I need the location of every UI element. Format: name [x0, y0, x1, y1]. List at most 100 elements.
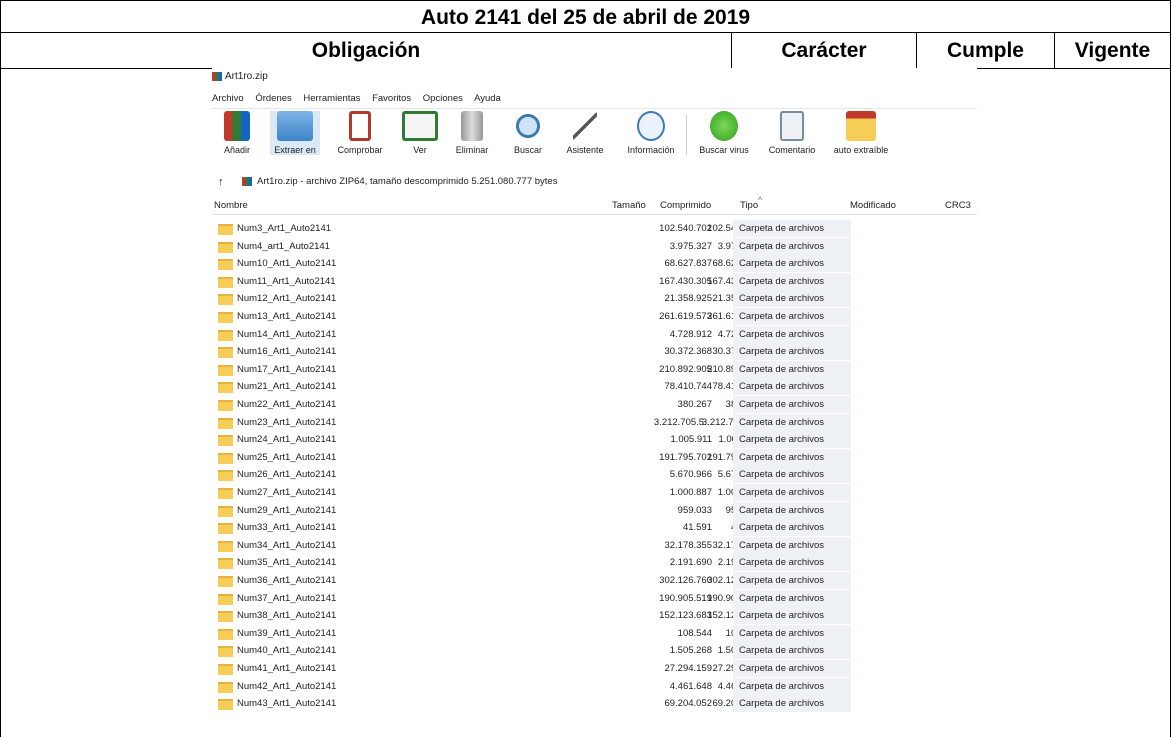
- file-name: Num35_Art1_Auto2141: [237, 557, 337, 569]
- sfx-button[interactable]: auto extraíble: [830, 111, 892, 155]
- add-icon: [224, 111, 250, 141]
- menu-archivo[interactable]: Archivo: [212, 93, 244, 104]
- up-arrow-icon[interactable]: ↑: [218, 172, 224, 192]
- table-row[interactable]: Num29_Art1_Auto2141959.033959.033Carpeta…: [212, 501, 977, 519]
- folder-icon: [218, 452, 233, 464]
- comment-label: Comentario: [768, 145, 816, 155]
- table-row[interactable]: Num42_Art1_Auto21414.461.6484.461.648Car…: [212, 677, 977, 695]
- file-name: Num10_Art1_Auto2141: [237, 258, 337, 270]
- menu-ayuda[interactable]: Ayuda: [474, 93, 501, 104]
- table-row[interactable]: Num34_Art1_Auto214132.178.35532.178.355C…: [212, 536, 977, 554]
- file-name: Num16_Art1_Auto2141: [237, 346, 337, 358]
- file-name: Num29_Art1_Auto2141: [237, 504, 337, 516]
- view-button[interactable]: Ver: [402, 111, 438, 155]
- folder-icon: [218, 681, 233, 693]
- table-row[interactable]: Num43_Art1_Auto214169.204.05269.204.052C…: [212, 695, 977, 713]
- add-label: Añadir: [223, 145, 250, 155]
- table-row[interactable]: Num21_Art1_Auto214178.410.74478.410.744C…: [212, 378, 977, 396]
- menu-ordenes[interactable]: Órdenes: [255, 93, 291, 104]
- table-header-row: Obligación Carácter Cumple Vigente: [0, 32, 1171, 69]
- menu-herramientas[interactable]: Herramientas: [303, 93, 360, 104]
- table-row[interactable]: Num24_Art1_Auto21411.005.9111.005.911Car…: [212, 431, 977, 449]
- table-row[interactable]: Num11_Art1_Auto2141167.430.305167.430.30…: [212, 272, 977, 290]
- test-button[interactable]: Comprobar: [332, 111, 388, 155]
- archive-path: Art1ro.zip - archivo ZIP64, tamaño desco…: [257, 176, 558, 187]
- column-tipo[interactable]: Tipo: [740, 198, 758, 214]
- folder-icon: [218, 488, 233, 499]
- file-type: Carpeta de archivos: [733, 343, 851, 361]
- virus-scan-icon: [710, 111, 738, 141]
- table-row[interactable]: Num39_Art1_Auto2141108.544108.544Carpeta…: [212, 624, 977, 642]
- add-button[interactable]: Añadir: [216, 111, 258, 155]
- folder-icon: [218, 294, 233, 306]
- folder-icon: [218, 628, 233, 640]
- table-row[interactable]: Num17_Art1_Auto2141210.892.905210.892.90…: [212, 360, 977, 378]
- file-type: Carpeta de archivos: [733, 536, 851, 554]
- table-row[interactable]: Num33_Art1_Auto214141.59141.591Carpeta d…: [212, 519, 977, 537]
- folder-icon: [218, 470, 233, 482]
- file-name: Num12_Art1_Auto2141: [237, 293, 337, 305]
- wizard-wand-icon: [573, 111, 597, 141]
- file-type: Carpeta de archivos: [733, 589, 851, 607]
- file-name: Num4_art1_Auto2141: [237, 240, 330, 252]
- table-row[interactable]: Num25_Art1_Auto2141191.795.702191.795.70…: [212, 448, 977, 466]
- column-crc[interactable]: CRC3: [945, 198, 971, 214]
- trash-icon: [461, 111, 483, 141]
- comment-icon: [780, 111, 804, 141]
- table-row[interactable]: Num35_Art1_Auto21412.191.6902.191.690Car…: [212, 554, 977, 572]
- delete-button[interactable]: Eliminar: [454, 111, 490, 155]
- table-row[interactable]: Num36_Art1_Auto2141302.126.760302.126.76…: [212, 572, 977, 589]
- table-row[interactable]: Num16_Art1_Auto214130.372.36830.372.368C…: [212, 343, 977, 361]
- menu-opciones[interactable]: Opciones: [423, 93, 463, 104]
- archive-icon: [242, 177, 252, 186]
- table-row[interactable]: Num38_Art1_Auto2141152.123.683152.123.68…: [212, 607, 977, 625]
- path-bar: ↑ Art1ro.zip - archivo ZIP64, tamaño des…: [212, 172, 977, 192]
- magnifier-icon: [515, 111, 541, 141]
- table-row[interactable]: Num12_Art1_Auto214121.358.92521.358.925C…: [212, 290, 977, 308]
- menu-bar: Archivo Órdenes Herramientas Favoritos O…: [212, 92, 510, 106]
- folder-icon: [218, 382, 233, 394]
- table-row[interactable]: Num26_Art1_Auto21415.670.9665.670.966Car…: [212, 466, 977, 484]
- file-type: Carpeta de archivos: [733, 554, 851, 572]
- column-modificado[interactable]: Modificado: [850, 198, 896, 214]
- column-tamano[interactable]: Tamaño: [612, 198, 646, 214]
- file-type: Carpeta de archivos: [733, 572, 851, 589]
- sort-arrow-icon: ^: [758, 195, 763, 205]
- table-row[interactable]: Num13_Art1_Auto2141261.619.573261.619.57…: [212, 308, 977, 325]
- info-icon: [637, 111, 665, 141]
- table-row[interactable]: Num14_Art1_Auto21414.728.9124.728.912Car…: [212, 325, 977, 343]
- column-nombre[interactable]: Nombre: [214, 198, 248, 214]
- table-row[interactable]: Num3_Art1_Auto2141102.540.702102.540.702…: [212, 220, 977, 237]
- table-row[interactable]: Num27_Art1_Auto21411.000.8871.000.887Car…: [212, 484, 977, 501]
- virus-scan-button[interactable]: Buscar virus: [696, 111, 752, 155]
- table-row[interactable]: Num41_Art1_Auto214127.294.15927.294.159C…: [212, 660, 977, 677]
- table-row[interactable]: Num22_Art1_Auto2141380.267380.267Carpeta…: [212, 396, 977, 413]
- sfx-icon: [846, 111, 876, 141]
- find-button[interactable]: Buscar: [510, 111, 546, 155]
- find-label: Buscar: [513, 145, 542, 155]
- extract-button[interactable]: Extraer en: [270, 111, 320, 155]
- folder-icon: [218, 576, 233, 587]
- table-row[interactable]: Num40_Art1_Auto21411.505.2681.505.268Car…: [212, 642, 977, 660]
- folder-icon: [218, 611, 233, 623]
- wizard-button[interactable]: Asistente: [562, 111, 608, 155]
- file-type: Carpeta de archivos: [733, 660, 851, 677]
- column-comprimido[interactable]: Comprimido: [660, 198, 711, 214]
- table-row[interactable]: Num4_art1_Auto21413.975.3273.975.327Carp…: [212, 237, 977, 255]
- header-caracter: Carácter: [781, 39, 867, 62]
- window-title: Art1ro.zip: [212, 70, 268, 84]
- folder-icon: [218, 347, 233, 359]
- menu-favoritos[interactable]: Favoritos: [372, 93, 411, 104]
- info-button[interactable]: Información: [620, 111, 682, 155]
- info-label: Información: [627, 145, 675, 155]
- file-name: Num25_Art1_Auto2141: [237, 451, 337, 463]
- table-row[interactable]: Num23_Art1_Auto2141 3.212.705.5... 3.212.7…: [212, 413, 977, 431]
- folder-icon: [218, 435, 233, 447]
- comment-button[interactable]: Comentario: [762, 111, 822, 155]
- file-type: Carpeta de archivos: [733, 607, 851, 625]
- table-row[interactable]: Num37_Art1_Auto2141190.905.519190.905.51…: [212, 589, 977, 607]
- table-row[interactable]: Num10_Art1_Auto214168.627.83768.627.837C…: [212, 255, 977, 273]
- file-name: Num13_Art1_Auto2141: [237, 311, 337, 322]
- file-type: Carpeta de archivos: [733, 413, 851, 431]
- file-type: Carpeta de archivos: [733, 501, 851, 519]
